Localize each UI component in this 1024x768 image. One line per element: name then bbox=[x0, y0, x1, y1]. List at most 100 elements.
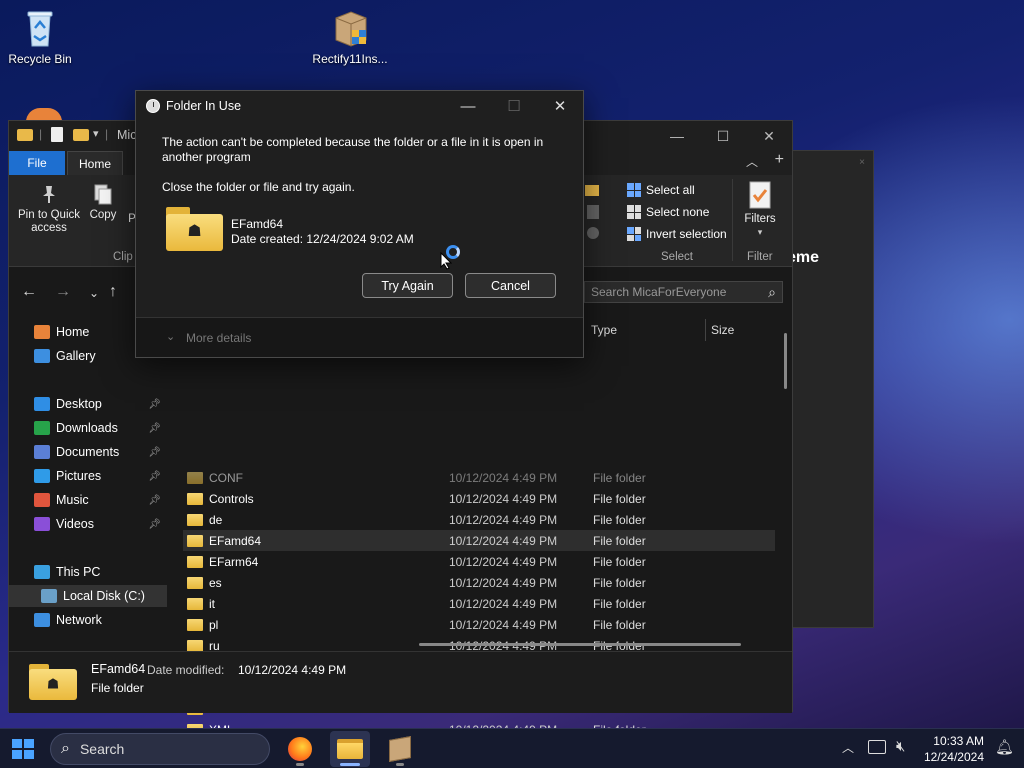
forward-arrow-icon[interactable]: → bbox=[55, 283, 71, 301]
table-row[interactable]: pl 10/12/2024 4:49 PM File folder bbox=[183, 614, 775, 635]
pin-icon[interactable]: 📌︎ bbox=[148, 423, 161, 434]
close-icon[interactable]: × bbox=[859, 157, 865, 168]
volume-muted-icon[interactable]: 🔇︎ bbox=[896, 738, 905, 755]
table-row[interactable]: es 10/12/2024 4:49 PM File folder bbox=[183, 572, 775, 593]
select-none-label: Select none bbox=[646, 205, 710, 219]
horizontal-scrollbar[interactable] bbox=[419, 643, 741, 646]
documents-icon bbox=[34, 445, 50, 459]
taskbar-search-box[interactable]: ⌕ Search bbox=[50, 733, 270, 765]
sidebar-item-downloads[interactable]: Downloads 📌︎ bbox=[9, 417, 167, 439]
try-again-button[interactable]: Try Again bbox=[362, 273, 453, 298]
tab-home[interactable]: Home bbox=[67, 151, 123, 175]
more-details-link[interactable]: More details bbox=[186, 331, 251, 345]
sidebar-item-label: Desktop bbox=[56, 397, 102, 411]
pin-icon[interactable]: 📌︎ bbox=[148, 471, 161, 482]
pin-to-quick-access-button[interactable]: Pin to Quick access bbox=[13, 183, 85, 235]
show-hidden-icons-chevron-icon[interactable]: ︿ bbox=[842, 739, 854, 756]
sidebar-item-label: Network bbox=[56, 613, 102, 627]
table-row[interactable]: de 10/12/2024 4:49 PM File folder bbox=[183, 509, 775, 530]
background-window[interactable]: eme × bbox=[787, 150, 874, 628]
sidebar-item-label: Music bbox=[56, 493, 89, 507]
notification-bell-icon[interactable]: 🔔︎ bbox=[995, 738, 1014, 756]
sidebar-item-label: Home bbox=[56, 325, 90, 339]
taskbar-file-explorer[interactable] bbox=[330, 731, 370, 767]
pin-icon[interactable]: 📌︎ bbox=[148, 399, 161, 410]
file-type: File folder bbox=[593, 533, 646, 548]
minimize-button[interactable]: — bbox=[445, 91, 491, 121]
sidebar-item-videos[interactable]: Videos 📌︎ bbox=[9, 513, 167, 535]
column-header-type[interactable]: Type bbox=[591, 323, 617, 337]
sidebar-item-documents[interactable]: Documents 📌︎ bbox=[9, 441, 167, 463]
sidebar-item-desktop[interactable]: Desktop 📌︎ bbox=[9, 393, 167, 415]
collapse-ribbon-icon[interactable]: ︿ bbox=[746, 153, 758, 170]
taskbar-clock[interactable]: 10:33 AM 12/24/2024 bbox=[920, 733, 984, 765]
taskbar-firefox[interactable] bbox=[280, 731, 320, 767]
local-disk-c-icon bbox=[41, 589, 57, 603]
pin-icon[interactable]: 📌︎ bbox=[148, 495, 161, 506]
firefox-icon bbox=[288, 737, 312, 761]
dialog-file-date: Date created: 12/24/2024 9:02 AM bbox=[231, 232, 414, 246]
desktop-icon-label: Rectify11Ins... bbox=[312, 52, 388, 66]
folder-icon bbox=[187, 597, 203, 610]
desktop-icon-recycle-bin[interactable]: Recycle Bin bbox=[0, 8, 80, 66]
network-icon[interactable] bbox=[868, 740, 886, 754]
folder-icon bbox=[187, 576, 203, 589]
ribbon-divider bbox=[732, 179, 733, 261]
recent-locations-chevron-icon[interactable]: ⌄ bbox=[89, 286, 99, 300]
invert-selection-icon bbox=[627, 227, 641, 241]
folder-icon bbox=[187, 618, 203, 631]
desktop-icon-label: Recycle Bin bbox=[8, 52, 72, 66]
pin-label: Pin to Quick access bbox=[18, 209, 80, 234]
details-pane: ☗ EFamd64 Date modified: 10/12/2024 4:49… bbox=[9, 651, 792, 713]
file-type: File folder bbox=[593, 470, 646, 485]
tab-file[interactable]: File bbox=[9, 151, 65, 175]
properties-icon[interactable] bbox=[51, 127, 63, 142]
sidebar-item-pictures[interactable]: Pictures 📌︎ bbox=[9, 465, 167, 487]
windows-start-icon[interactable] bbox=[12, 739, 34, 759]
sidebar-item-this-pc[interactable]: This PC bbox=[9, 561, 167, 583]
close-button[interactable]: ✕ bbox=[746, 121, 792, 151]
select-none-button[interactable]: Select none bbox=[627, 205, 709, 219]
up-arrow-icon[interactable]: ↑ bbox=[109, 283, 117, 301]
cancel-button[interactable]: Cancel bbox=[465, 273, 556, 298]
pin-icon[interactable]: 📌︎ bbox=[148, 519, 161, 530]
search-icon[interactable]: ⌕ bbox=[768, 284, 776, 301]
clock-time: 10:33 AM bbox=[933, 734, 984, 748]
new-tab-icon[interactable]: + bbox=[775, 151, 784, 169]
pin-icon[interactable]: 📌︎ bbox=[148, 447, 161, 458]
search-input[interactable]: Search MicaForEveryone ⌕ bbox=[584, 281, 783, 303]
sidebar-item-local-disk-c[interactable]: Local Disk (C:) bbox=[9, 585, 167, 607]
folder-in-use-dialog[interactable]: Folder In Use — ☐ ✕ The action can't be … bbox=[135, 90, 584, 358]
gallery-icon bbox=[34, 349, 50, 363]
column-header-size[interactable]: Size bbox=[711, 323, 734, 337]
efamd64-folder-icon: ☗ bbox=[166, 207, 223, 251]
table-row[interactable]: EFamd64 10/12/2024 4:49 PM File folder bbox=[183, 530, 775, 551]
clock-icon bbox=[146, 99, 160, 113]
invert-selection-button[interactable]: Invert selection bbox=[627, 227, 727, 241]
sidebar-item-music[interactable]: Music 📌︎ bbox=[9, 489, 167, 511]
table-row[interactable]: EFarm64 10/12/2024 4:49 PM File folder bbox=[183, 551, 775, 572]
table-row[interactable]: it 10/12/2024 4:49 PM File folder bbox=[183, 593, 775, 614]
filters-button[interactable]: Filters ▾ bbox=[737, 181, 783, 239]
mouse-cursor-icon bbox=[440, 251, 453, 275]
close-button[interactable]: ✕ bbox=[537, 91, 583, 121]
quick-access-dropdown-icon[interactable]: ▾ bbox=[93, 127, 99, 140]
taskbar-installer[interactable] bbox=[380, 731, 420, 767]
table-row[interactable]: Controls 10/12/2024 4:49 PM File folder bbox=[183, 488, 775, 509]
file-name: it bbox=[209, 596, 215, 611]
desktop-icon-rectify11[interactable]: Rectify11Ins... bbox=[310, 8, 390, 66]
select-all-button[interactable]: Select all bbox=[627, 183, 695, 197]
vertical-scrollbar[interactable] bbox=[784, 333, 787, 389]
details-date-label: Date modified: bbox=[147, 663, 225, 677]
table-row[interactable]: CONF 10/12/2024 4:49 PM File folder bbox=[183, 467, 775, 488]
file-name: es bbox=[209, 575, 222, 590]
maximize-button[interactable]: ☐ bbox=[700, 121, 746, 151]
copy-button[interactable]: Copy bbox=[85, 183, 121, 222]
back-arrow-icon[interactable]: ← bbox=[21, 283, 37, 301]
sidebar-item-network[interactable]: Network bbox=[9, 609, 167, 631]
new-folder-icon[interactable] bbox=[73, 129, 89, 141]
properties-icon bbox=[587, 205, 599, 219]
clock-date: 12/24/2024 bbox=[923, 750, 984, 764]
minimize-button[interactable]: — bbox=[654, 121, 700, 151]
file-name: CONF bbox=[209, 470, 243, 485]
